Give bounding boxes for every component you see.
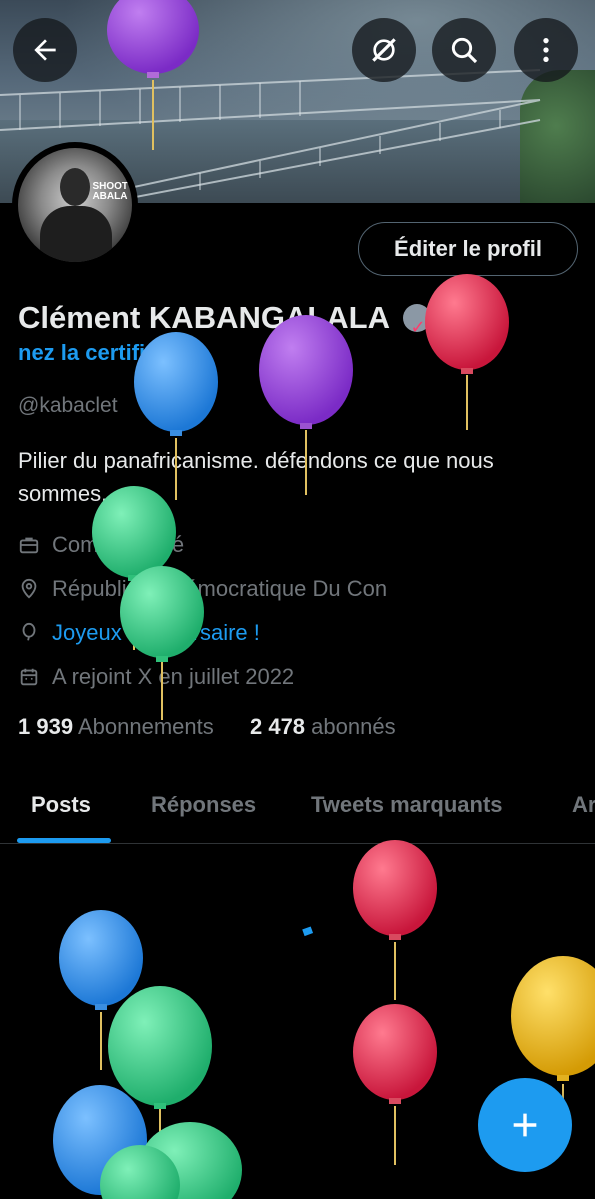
grok-icon xyxy=(372,38,396,62)
followers-label: abonnés xyxy=(311,714,396,739)
meta-category: Communauté xyxy=(18,532,184,558)
search-icon xyxy=(451,37,478,64)
more-button[interactable] xyxy=(514,18,578,82)
avatar-head xyxy=(60,168,90,206)
following-link[interactable]: 1 939 Abonnements xyxy=(18,714,214,739)
confetti-piece xyxy=(302,926,314,937)
briefcase-icon xyxy=(19,537,39,554)
more-vertical-icon xyxy=(543,38,549,62)
balloon-red-3 xyxy=(353,1004,437,1165)
avatar[interactable]: SHOOT ABALA xyxy=(12,142,138,268)
grok-button[interactable] xyxy=(352,18,416,82)
following-count: 1 939 xyxy=(18,714,74,739)
location-text: République Démocratique Du Con xyxy=(52,576,388,601)
follow-stats: 1 939 Abonnements 2 478 abonnés xyxy=(18,714,396,740)
balloon-green-4 xyxy=(100,1122,242,1199)
profile-tabs: Posts Réponses Tweets marquants Ar xyxy=(0,772,595,844)
display-name: Clément KABANGALALA xyxy=(18,300,389,335)
following-label: Abonnements xyxy=(77,714,214,739)
balloon-red-2 xyxy=(353,840,437,1000)
plus-icon xyxy=(513,1113,537,1137)
verified-badge-icon[interactable] xyxy=(403,304,432,349)
avatar-photo: SHOOT ABALA xyxy=(18,148,132,262)
meta-joined: A rejoint X en juillet 2022 xyxy=(18,664,294,690)
display-name-row: Clément KABANGALALA Obte xyxy=(18,296,588,349)
tab-highlights[interactable]: Tweets marquants xyxy=(311,792,503,818)
arrow-left-icon xyxy=(34,39,56,61)
balloon-blue-3 xyxy=(53,1085,147,1195)
tab-articles[interactable]: Ar xyxy=(572,792,595,818)
meta-birthday: Joyeux anniversaire ! xyxy=(18,620,260,646)
compose-post-button[interactable] xyxy=(478,1078,572,1172)
tab-replies[interactable]: Réponses xyxy=(151,792,256,818)
get-verified-link-part2[interactable]: nez la certification xyxy=(18,340,210,366)
followers-link[interactable]: 2 478 abonnés xyxy=(250,714,396,739)
profile-bio: Pilier du panafricanisme. défendons ce q… xyxy=(18,448,494,506)
edit-profile-button[interactable]: Éditer le profil xyxy=(358,222,578,276)
balloon-blue-2 xyxy=(59,910,143,1070)
tab-posts[interactable]: Posts xyxy=(31,792,91,818)
calendar-icon xyxy=(20,668,38,686)
back-button[interactable] xyxy=(13,18,77,82)
location-pin-icon xyxy=(21,578,37,599)
balloon-icon xyxy=(22,622,36,641)
avatar-body xyxy=(40,206,112,262)
get-verified-link-part1[interactable]: Obte xyxy=(440,308,490,333)
search-button[interactable] xyxy=(432,18,496,82)
active-tab-indicator xyxy=(17,838,111,843)
avatar-watermark: SHOOT ABALA xyxy=(92,181,128,202)
balloon-green-3 xyxy=(108,986,212,1150)
meta-location: République Démocratique Du Con xyxy=(18,576,387,602)
user-handle: @kabaclet xyxy=(18,394,118,417)
followers-count: 2 478 xyxy=(249,714,306,739)
joined-text: A rejoint X en juillet 2022 xyxy=(52,664,295,689)
birthday-link[interactable]: Joyeux anniversaire ! xyxy=(52,620,260,646)
category-text: Communauté xyxy=(52,532,185,557)
